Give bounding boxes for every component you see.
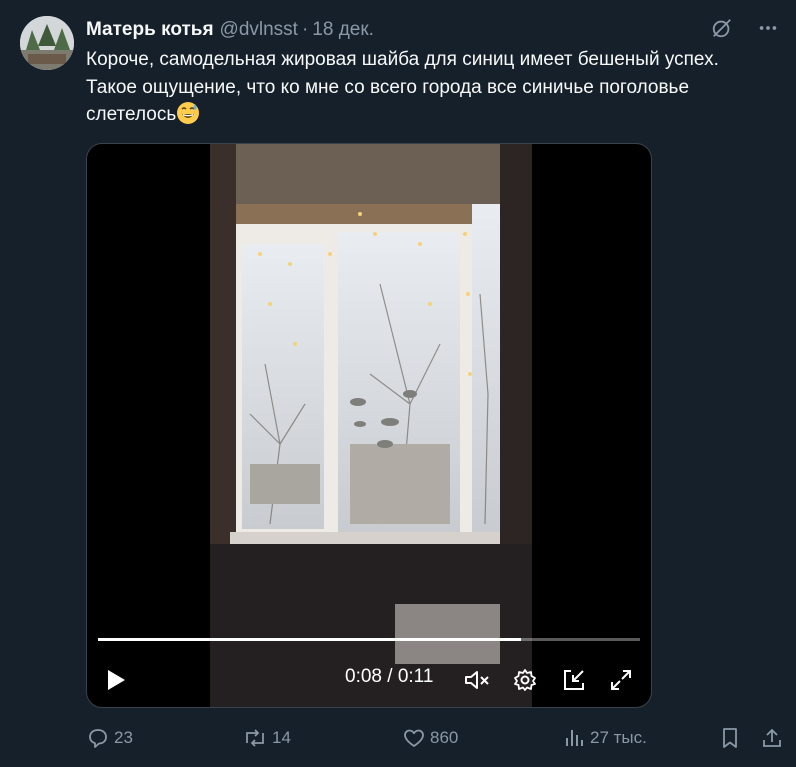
reply-count: 23: [114, 728, 133, 747]
view-count: 27 тыс.: [590, 728, 647, 747]
video-time-separator: /: [381, 666, 398, 687]
author-name[interactable]: Матерь котья: [86, 19, 214, 41]
share-icon: [763, 728, 781, 747]
grok-button[interactable]: [710, 16, 734, 40]
header-separator: ·: [301, 19, 309, 40]
settings-button[interactable]: [510, 662, 540, 698]
video-frame[interactable]: [210, 144, 532, 707]
tweet-date[interactable]: 18 дек.: [312, 19, 374, 41]
play-button[interactable]: [101, 662, 131, 698]
play-icon: [108, 670, 125, 690]
fullscreen-icon: [611, 670, 631, 690]
mute-icon: [465, 671, 489, 689]
dock-icon: [564, 670, 584, 690]
video-still-image: [210, 144, 532, 707]
video-time: 0:08 / 0:11: [345, 666, 433, 688]
video-time-current: 0:08: [345, 666, 382, 687]
bookmark-button[interactable]: [718, 726, 746, 750]
tweet-text: Короче, самодельная жировая шайба для си…: [86, 46, 776, 129]
video-controls: 0:08 / 0:11: [87, 662, 651, 702]
views-icon: [566, 730, 583, 746]
video-progress-bar[interactable]: [98, 638, 640, 641]
mute-button[interactable]: [461, 662, 493, 698]
reply-button[interactable]: 23: [86, 726, 133, 750]
fullscreen-button[interactable]: [606, 662, 636, 698]
author-handle[interactable]: @dvlnsst: [220, 19, 298, 41]
more-icon: [759, 26, 777, 30]
repost-count: 14: [272, 728, 291, 747]
dock-button[interactable]: [559, 662, 589, 698]
repost-icon: [246, 729, 264, 747]
tweet-actions: 23 14 860 27 тыс.: [86, 726, 786, 754]
settings-icon: [514, 669, 536, 691]
reply-icon: [89, 729, 107, 748]
avatar[interactable]: [20, 16, 74, 70]
repost-button[interactable]: 14: [242, 726, 291, 750]
grinning-sweat-emoji-icon: [177, 102, 200, 124]
video-player[interactable]: 0:08 / 0:11: [86, 143, 652, 708]
share-button[interactable]: [760, 726, 788, 750]
views-button[interactable]: 27 тыс.: [562, 726, 647, 750]
video-progress-fill: [98, 638, 521, 641]
grok-icon: [712, 19, 731, 38]
bookmark-icon: [723, 728, 737, 748]
more-button[interactable]: [756, 16, 780, 40]
like-icon: [404, 729, 424, 747]
like-button[interactable]: 860: [402, 726, 458, 750]
video-time-total: 0:11: [397, 666, 434, 687]
like-count: 860: [430, 728, 459, 747]
avatar-image: [20, 16, 74, 70]
tweet-header: Матерь котья @dvlnsst · 18 дек.: [86, 18, 374, 42]
